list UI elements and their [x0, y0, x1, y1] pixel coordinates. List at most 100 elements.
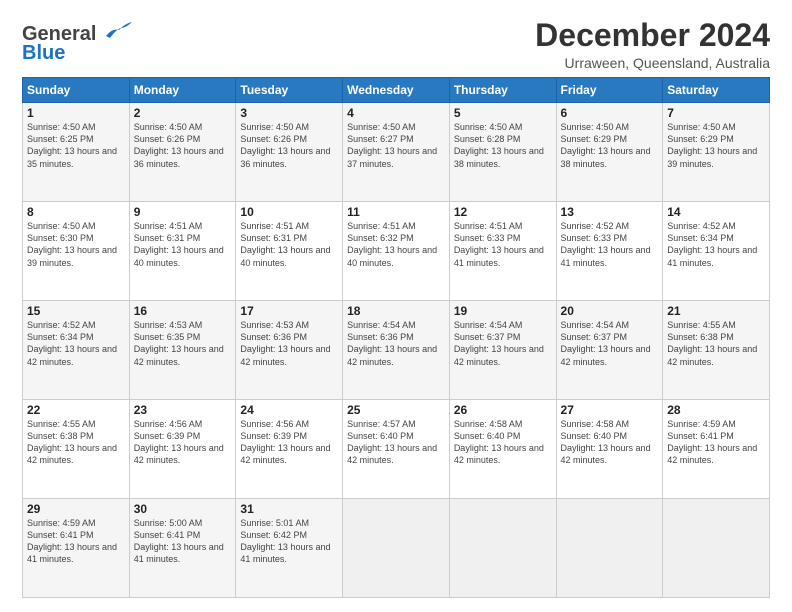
day-number: 16 — [134, 304, 232, 318]
col-tuesday: Tuesday — [236, 78, 343, 103]
table-row: 26Sunrise: 4:58 AMSunset: 6:40 PMDayligh… — [449, 400, 556, 499]
day-info: Sunrise: 4:53 AMSunset: 6:36 PMDaylight:… — [240, 319, 338, 368]
day-number: 27 — [561, 403, 659, 417]
day-info: Sunrise: 5:00 AMSunset: 6:41 PMDaylight:… — [134, 517, 232, 566]
calendar-week-row: 22Sunrise: 4:55 AMSunset: 6:38 PMDayligh… — [23, 400, 770, 499]
calendar-week-row: 8Sunrise: 4:50 AMSunset: 6:30 PMDaylight… — [23, 202, 770, 301]
calendar-week-row: 29Sunrise: 4:59 AMSunset: 6:41 PMDayligh… — [23, 499, 770, 598]
table-row: 1Sunrise: 4:50 AMSunset: 6:25 PMDaylight… — [23, 103, 130, 202]
table-row: 10Sunrise: 4:51 AMSunset: 6:31 PMDayligh… — [236, 202, 343, 301]
day-number: 7 — [667, 106, 765, 120]
day-number: 14 — [667, 205, 765, 219]
table-row: 22Sunrise: 4:55 AMSunset: 6:38 PMDayligh… — [23, 400, 130, 499]
day-info: Sunrise: 4:50 AMSunset: 6:30 PMDaylight:… — [27, 220, 125, 269]
table-row: 19Sunrise: 4:54 AMSunset: 6:37 PMDayligh… — [449, 301, 556, 400]
table-row: 15Sunrise: 4:52 AMSunset: 6:34 PMDayligh… — [23, 301, 130, 400]
table-row: 16Sunrise: 4:53 AMSunset: 6:35 PMDayligh… — [129, 301, 236, 400]
day-info: Sunrise: 4:59 AMSunset: 6:41 PMDaylight:… — [27, 517, 125, 566]
calendar-week-row: 15Sunrise: 4:52 AMSunset: 6:34 PMDayligh… — [23, 301, 770, 400]
day-number: 2 — [134, 106, 232, 120]
table-row: 6Sunrise: 4:50 AMSunset: 6:29 PMDaylight… — [556, 103, 663, 202]
table-row: 18Sunrise: 4:54 AMSunset: 6:36 PMDayligh… — [343, 301, 450, 400]
day-info: Sunrise: 4:58 AMSunset: 6:40 PMDaylight:… — [561, 418, 659, 467]
table-row: 29Sunrise: 4:59 AMSunset: 6:41 PMDayligh… — [23, 499, 130, 598]
day-info: Sunrise: 4:50 AMSunset: 6:28 PMDaylight:… — [454, 121, 552, 170]
day-number: 10 — [240, 205, 338, 219]
day-number: 6 — [561, 106, 659, 120]
table-row: 17Sunrise: 4:53 AMSunset: 6:36 PMDayligh… — [236, 301, 343, 400]
day-info: Sunrise: 4:52 AMSunset: 6:34 PMDaylight:… — [27, 319, 125, 368]
day-number: 15 — [27, 304, 125, 318]
day-number: 11 — [347, 205, 445, 219]
day-info: Sunrise: 4:53 AMSunset: 6:35 PMDaylight:… — [134, 319, 232, 368]
day-number: 26 — [454, 403, 552, 417]
day-info: Sunrise: 4:57 AMSunset: 6:40 PMDaylight:… — [347, 418, 445, 467]
day-info: Sunrise: 4:52 AMSunset: 6:34 PMDaylight:… — [667, 220, 765, 269]
table-row — [343, 499, 450, 598]
day-info: Sunrise: 4:52 AMSunset: 6:33 PMDaylight:… — [561, 220, 659, 269]
table-row: 7Sunrise: 4:50 AMSunset: 6:29 PMDaylight… — [663, 103, 770, 202]
day-number: 22 — [27, 403, 125, 417]
day-info: Sunrise: 4:50 AMSunset: 6:29 PMDaylight:… — [667, 121, 765, 170]
table-row: 27Sunrise: 4:58 AMSunset: 6:40 PMDayligh… — [556, 400, 663, 499]
calendar-week-row: 1Sunrise: 4:50 AMSunset: 6:25 PMDaylight… — [23, 103, 770, 202]
day-number: 18 — [347, 304, 445, 318]
day-number: 21 — [667, 304, 765, 318]
day-number: 3 — [240, 106, 338, 120]
table-row: 25Sunrise: 4:57 AMSunset: 6:40 PMDayligh… — [343, 400, 450, 499]
table-row: 8Sunrise: 4:50 AMSunset: 6:30 PMDaylight… — [23, 202, 130, 301]
logo-bird-icon — [104, 18, 134, 40]
day-info: Sunrise: 4:55 AMSunset: 6:38 PMDaylight:… — [667, 319, 765, 368]
day-number: 8 — [27, 205, 125, 219]
day-number: 12 — [454, 205, 552, 219]
day-number: 23 — [134, 403, 232, 417]
table-row: 30Sunrise: 5:00 AMSunset: 6:41 PMDayligh… — [129, 499, 236, 598]
table-row: 24Sunrise: 4:56 AMSunset: 6:39 PMDayligh… — [236, 400, 343, 499]
day-number: 20 — [561, 304, 659, 318]
col-friday: Friday — [556, 78, 663, 103]
day-number: 5 — [454, 106, 552, 120]
location-title: Urraween, Queensland, Australia — [535, 55, 770, 71]
day-number: 25 — [347, 403, 445, 417]
table-row: 4Sunrise: 4:50 AMSunset: 6:27 PMDaylight… — [343, 103, 450, 202]
day-info: Sunrise: 4:56 AMSunset: 6:39 PMDaylight:… — [134, 418, 232, 467]
table-row: 11Sunrise: 4:51 AMSunset: 6:32 PMDayligh… — [343, 202, 450, 301]
table-row: 9Sunrise: 4:51 AMSunset: 6:31 PMDaylight… — [129, 202, 236, 301]
table-row: 13Sunrise: 4:52 AMSunset: 6:33 PMDayligh… — [556, 202, 663, 301]
table-row: 3Sunrise: 4:50 AMSunset: 6:26 PMDaylight… — [236, 103, 343, 202]
table-row: 2Sunrise: 4:50 AMSunset: 6:26 PMDaylight… — [129, 103, 236, 202]
day-info: Sunrise: 4:50 AMSunset: 6:26 PMDaylight:… — [240, 121, 338, 170]
col-monday: Monday — [129, 78, 236, 103]
page: General Blue December 2024 Urraween, Que… — [0, 0, 792, 612]
day-info: Sunrise: 4:58 AMSunset: 6:40 PMDaylight:… — [454, 418, 552, 467]
day-info: Sunrise: 4:56 AMSunset: 6:39 PMDaylight:… — [240, 418, 338, 467]
table-row — [663, 499, 770, 598]
day-info: Sunrise: 4:54 AMSunset: 6:36 PMDaylight:… — [347, 319, 445, 368]
logo-blue-text: Blue — [22, 42, 65, 64]
header: General Blue December 2024 Urraween, Que… — [22, 18, 770, 71]
table-row: 14Sunrise: 4:52 AMSunset: 6:34 PMDayligh… — [663, 202, 770, 301]
title-area: December 2024 Urraween, Queensland, Aust… — [535, 18, 770, 71]
day-number: 19 — [454, 304, 552, 318]
day-number: 28 — [667, 403, 765, 417]
day-number: 24 — [240, 403, 338, 417]
col-thursday: Thursday — [449, 78, 556, 103]
col-wednesday: Wednesday — [343, 78, 450, 103]
day-info: Sunrise: 4:59 AMSunset: 6:41 PMDaylight:… — [667, 418, 765, 467]
day-number: 17 — [240, 304, 338, 318]
day-info: Sunrise: 4:51 AMSunset: 6:32 PMDaylight:… — [347, 220, 445, 269]
col-sunday: Sunday — [23, 78, 130, 103]
table-row — [556, 499, 663, 598]
day-number: 1 — [27, 106, 125, 120]
day-info: Sunrise: 4:51 AMSunset: 6:33 PMDaylight:… — [454, 220, 552, 269]
table-row: 31Sunrise: 5:01 AMSunset: 6:42 PMDayligh… — [236, 499, 343, 598]
table-row: 28Sunrise: 4:59 AMSunset: 6:41 PMDayligh… — [663, 400, 770, 499]
day-number: 4 — [347, 106, 445, 120]
day-number: 29 — [27, 502, 125, 516]
day-info: Sunrise: 4:54 AMSunset: 6:37 PMDaylight:… — [454, 319, 552, 368]
table-row — [449, 499, 556, 598]
table-row: 12Sunrise: 4:51 AMSunset: 6:33 PMDayligh… — [449, 202, 556, 301]
table-row: 20Sunrise: 4:54 AMSunset: 6:37 PMDayligh… — [556, 301, 663, 400]
day-number: 31 — [240, 502, 338, 516]
day-info: Sunrise: 4:50 AMSunset: 6:29 PMDaylight:… — [561, 121, 659, 170]
